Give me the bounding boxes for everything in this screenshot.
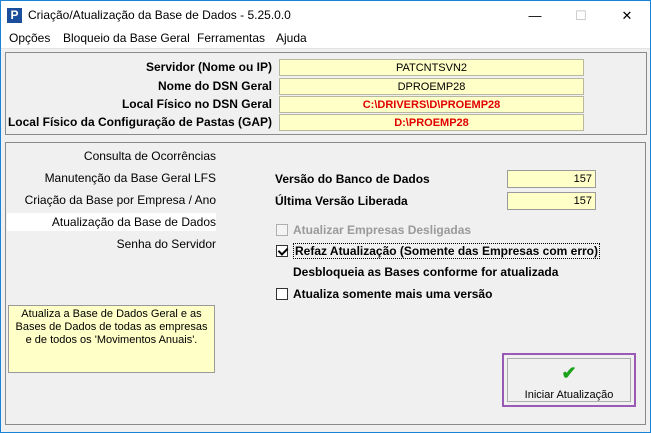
iniciar-atualizacao-button[interactable]: ✔ Iniciar Atualização <box>502 353 636 407</box>
atualiza-uma-versao-checkbox[interactable] <box>276 288 288 300</box>
servidor-field: PATCNTSVN2 <box>279 59 584 76</box>
title-bar: P Criação/Atualização da Base de Dados -… <box>1 1 650 30</box>
nav-item-senha-servidor[interactable]: Senha do Servidor <box>117 237 216 251</box>
maximize-button[interactable]: ☐ <box>558 1 604 30</box>
database-info-panel: Servidor (Nome ou IP) PATCNTSVN2 Nome do… <box>5 52 647 135</box>
menu-ajuda[interactable]: Ajuda <box>276 31 307 45</box>
local-dsn-label: Local Físico no DSN Geral <box>121 97 272 111</box>
description-box: Atualiza a Base de Dados Geral e as Base… <box>8 305 215 373</box>
menu-bloqueio-base-geral[interactable]: Bloqueio da Base Geral <box>63 31 190 45</box>
main-window: P Criação/Atualização da Base de Dados -… <box>0 0 651 433</box>
ultima-versao-label: Última Versão Liberada <box>275 194 408 208</box>
nav-item-manutencao-base-geral[interactable]: Manutenção da Base Geral LFS <box>45 171 216 185</box>
menu-ferramentas[interactable]: Ferramentas <box>197 31 265 45</box>
local-dsn-field: C:\DRIVERS\D\PROEMP28 <box>279 96 584 113</box>
local-gap-field: D:\PROEMP28 <box>279 114 584 131</box>
atualiza-uma-versao-label: Atualiza somente mais uma versão <box>293 287 493 301</box>
atualizar-desligadas-checkbox[interactable] <box>276 224 288 236</box>
checkmark-icon: ✔ <box>561 363 577 383</box>
refaz-atualizacao-row[interactable]: Refaz Atualização (Somente das Empresas … <box>276 243 600 259</box>
nav-item-criacao-base[interactable]: Criação da Base por Empresa / Ano <box>25 193 216 207</box>
dsn-field: DPROEMP28 <box>279 78 584 95</box>
local-gap-label: Local Físico da Configuração de Pastas (… <box>7 115 272 129</box>
atualiza-uma-versao-row[interactable]: Atualiza somente mais uma versão <box>276 287 492 301</box>
minimize-button[interactable]: — <box>512 1 558 30</box>
versao-banco-label: Versão do Banco de Dados <box>275 172 430 186</box>
window-title: Criação/Atualização da Base de Dados - 5… <box>28 8 291 22</box>
versao-banco-field: 157 <box>507 170 596 188</box>
close-button[interactable]: ✕ <box>604 1 650 30</box>
nav-item-atualizacao-base[interactable]: Atualização da Base de Dados <box>7 213 216 231</box>
atualizar-desligadas-label: Atualizar Empresas Desligadas <box>293 223 472 237</box>
menu-opcoes[interactable]: Opções <box>9 31 50 45</box>
navigation-panel: Consulta de Ocorrências Manutenção da Ba… <box>5 142 221 425</box>
dsn-label: Nome do DSN Geral <box>157 79 272 93</box>
refaz-atualizacao-label: Refaz Atualização (Somente das Empresas … <box>293 243 600 259</box>
app-logo-icon: P <box>7 8 22 23</box>
atualizar-desligadas-row[interactable]: Atualizar Empresas Desligadas <box>276 223 471 237</box>
servidor-label: Servidor (Nome ou IP) <box>145 60 272 74</box>
menu-bar: Opções Bloqueio da Base Geral Ferramenta… <box>1 30 650 48</box>
ultima-versao-field: 157 <box>507 192 596 210</box>
iniciar-atualizacao-label: Iniciar Atualização <box>524 389 614 401</box>
nav-item-consulta-ocorrencias[interactable]: Consulta de Ocorrências <box>84 149 216 163</box>
menu-separator <box>1 48 650 49</box>
iniciar-atualizacao-inner: ✔ Iniciar Atualização <box>507 358 631 402</box>
refaz-atualizacao-checkbox[interactable] <box>276 245 288 257</box>
desbloqueia-bases-text: Desbloqueia as Bases conforme for atuali… <box>293 265 559 279</box>
